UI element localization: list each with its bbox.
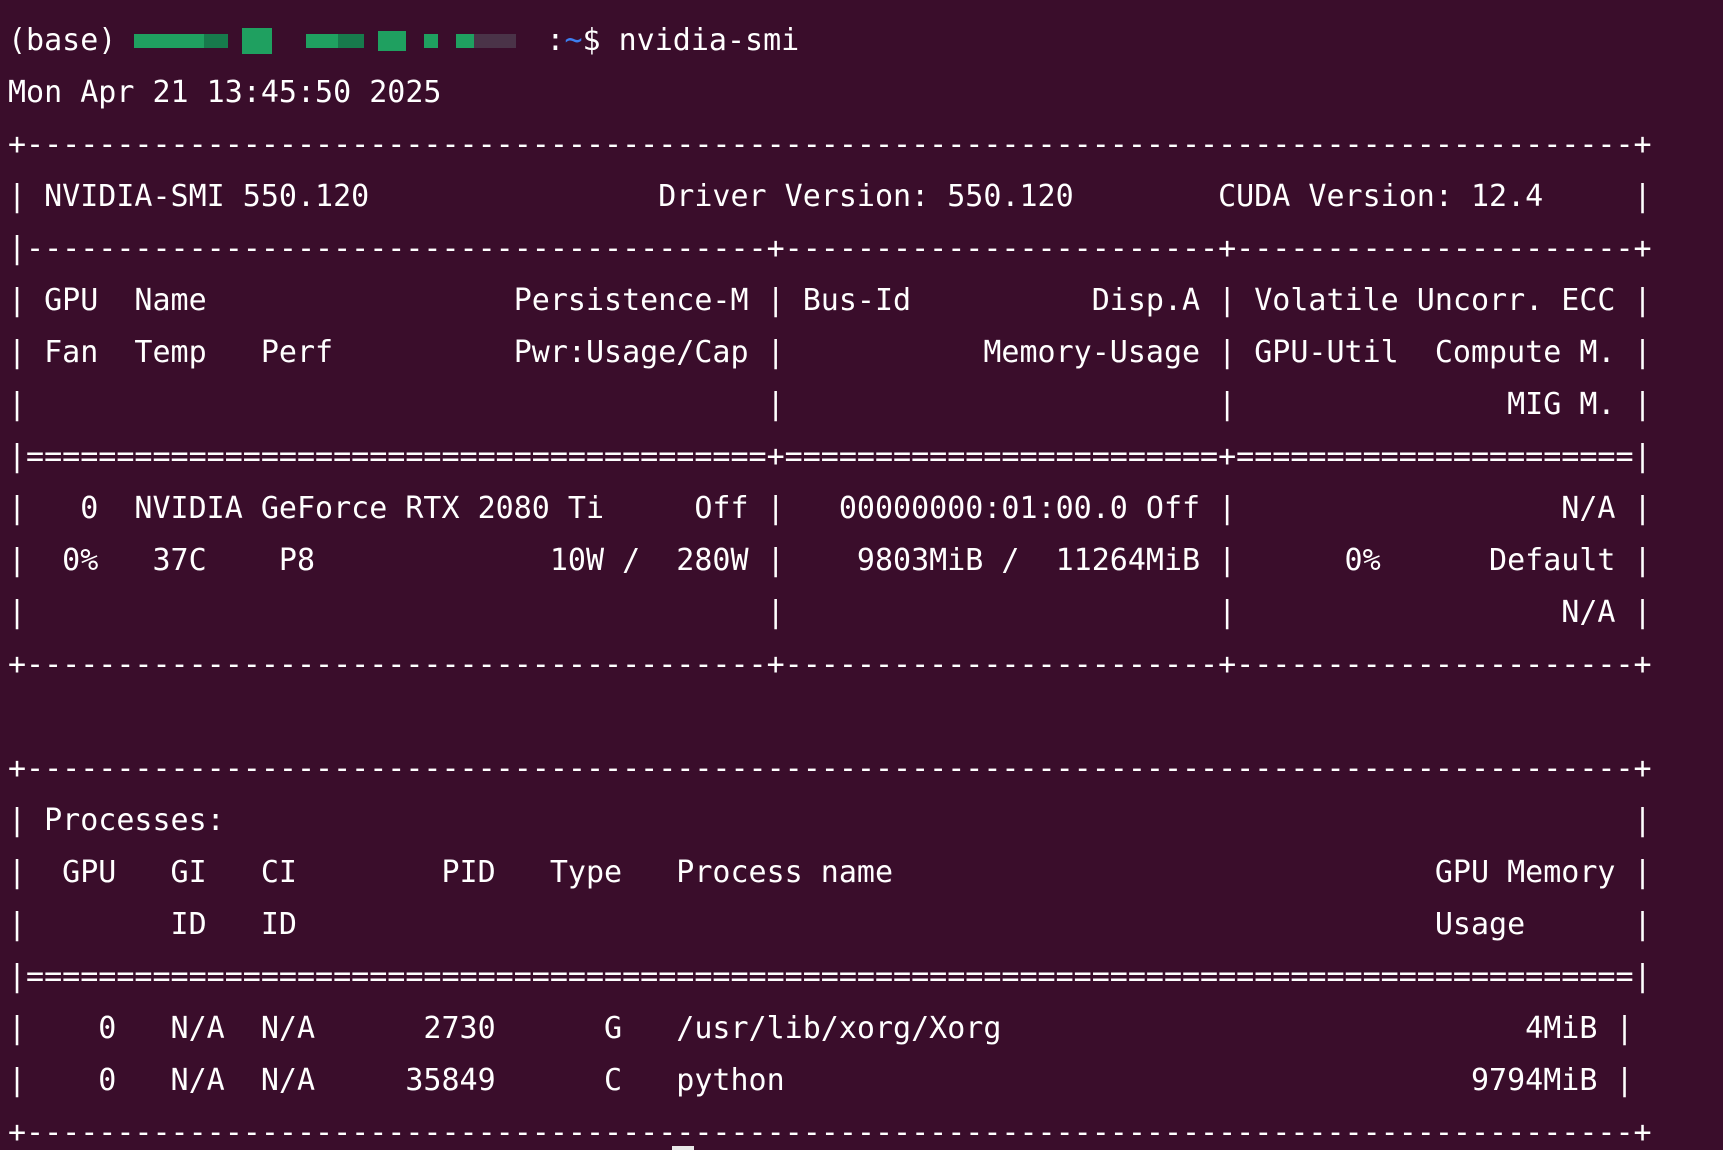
gpu-table-border-bottom: +---------------------------------------… xyxy=(8,647,1652,682)
process-table-border-top: +---------------------------------------… xyxy=(8,751,1652,786)
gpu-header-row-3: | | | MIG M. | xyxy=(8,387,1652,422)
gpu-row-1: | 0 NVIDIA GeForce RTX 2080 Ti Off | 000… xyxy=(8,491,1652,526)
process-row: | 0 N/A N/A 2730 G /usr/lib/xorg/Xorg 4M… xyxy=(8,1011,1634,1046)
gpu-header-divider: |=======================================… xyxy=(8,439,1652,474)
prompt-path: :~$ xyxy=(546,23,601,58)
process-row: | 0 N/A N/A 35849 C python 9794MiB | xyxy=(8,1063,1634,1098)
terminal-cursor xyxy=(672,1146,694,1150)
header-separator: |---------------------------------------… xyxy=(8,231,1652,266)
process-header-divider: |=======================================… xyxy=(8,959,1652,994)
gpu-header-row-2: | Fan Temp Perf Pwr:Usage/Cap | Memory-U… xyxy=(8,335,1652,370)
conda-env: (base) xyxy=(8,23,117,58)
table-border-top: +---------------------------------------… xyxy=(8,127,1652,162)
gpu-row-2: | 0% 37C P8 10W / 280W | 9803MiB / 11264… xyxy=(8,543,1652,578)
processes-title: | Processes: | xyxy=(8,803,1652,838)
terminal-window[interactable]: (base) :~$ nvidia-smi Mon Apr 21 13:45:5… xyxy=(0,0,1723,1150)
version-row: | NVIDIA-SMI 550.120 Driver Version: 550… xyxy=(8,179,1652,214)
process-header-row-2: | ID ID Usage | xyxy=(8,907,1652,942)
process-table-border-bottom: +---------------------------------------… xyxy=(8,1115,1652,1150)
command-text: nvidia-smi xyxy=(618,23,800,58)
timestamp: Mon Apr 21 13:45:50 2025 xyxy=(8,75,442,110)
redacted-username xyxy=(122,15,540,67)
gpu-header-row-1: | GPU Name Persistence-M | Bus-Id Disp.A… xyxy=(8,283,1652,318)
process-header-row-1: | GPU GI CI PID Type Process name GPU Me… xyxy=(8,855,1652,890)
gpu-row-3: | | | N/A | xyxy=(8,595,1652,630)
prompt-line: (base) :~$ nvidia-smi xyxy=(8,15,1723,67)
